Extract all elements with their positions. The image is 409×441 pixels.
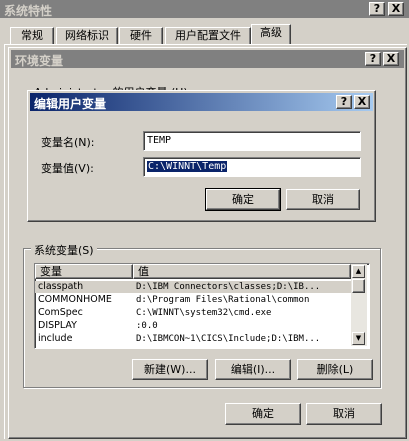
row-var-value: :0.0	[136, 321, 158, 331]
tab-network-id[interactable]: 网络标识	[56, 27, 118, 45]
var-name-label: 变量名(N):	[41, 136, 95, 149]
system-vars-list[interactable]: 变量 值 classpath D:\IBM Connectors\classes…	[34, 263, 370, 349]
env-dialog-title-bar: 环境变量 ? X	[11, 50, 404, 68]
var-name-value: TEMP	[147, 135, 172, 146]
table-row[interactable]: classpath D:\IBM Connectors\classes;D:\I…	[35, 281, 351, 293]
var-value-selected: C:\WINNT\Temp	[147, 161, 228, 172]
edit-dialog-title: 编辑用户变量	[34, 97, 107, 111]
list-scrollbar[interactable]: ▲ ▼	[351, 264, 367, 346]
env-help-button[interactable]: ?	[365, 52, 381, 66]
new-variable-button[interactable]: 新建(W)...	[132, 359, 208, 380]
row-var-name: classpath	[38, 281, 84, 292]
edit-ok-button[interactable]: 确定	[205, 188, 281, 211]
row-var-value: D:\IBM Connectors\classes;D:\IB...	[136, 282, 321, 292]
row-var-name: DISPLAY	[38, 320, 77, 331]
tab-hardware[interactable]: 硬件	[119, 27, 163, 45]
scroll-thumb[interactable]	[352, 279, 365, 293]
var-value-label: 变量值(V):	[41, 162, 94, 175]
table-row[interactable]: ComSpec C:\WINNT\system32\cmd.exe	[35, 307, 351, 319]
edit-close-button[interactable]: X	[354, 95, 370, 109]
tab-advanced[interactable]: 高级	[251, 24, 291, 45]
edit-cancel-button[interactable]: 取消	[286, 189, 360, 210]
scroll-down-arrow-icon[interactable]: ▼	[352, 332, 365, 345]
tab-general[interactable]: 常规	[10, 27, 54, 45]
tab-user-profiles[interactable]: 用户配置文件	[165, 27, 251, 45]
edit-help-button[interactable]: ?	[336, 95, 352, 109]
env-dialog-title: 环境变量	[15, 54, 64, 68]
table-row[interactable]: COMMONHOME d:\Program Files\Rational\com…	[35, 294, 351, 306]
row-var-value: d:\Program Files\Rational\common	[136, 295, 310, 305]
edit-dialog-title-bar: 编辑用户变量 ? X	[30, 93, 373, 111]
table-row[interactable]: include D:\IBMCON~1\CICS\Include;D:\IBM.…	[35, 333, 351, 345]
row-var-name: ComSpec	[38, 307, 83, 318]
table-row[interactable]: DISPLAY :0.0	[35, 320, 351, 332]
env-close-button[interactable]: X	[383, 52, 399, 66]
col-header-value[interactable]: 值	[133, 264, 351, 279]
var-value-field[interactable]: C:\WINNT\Temp	[143, 157, 361, 177]
env-cancel-button[interactable]: 取消	[306, 403, 382, 425]
outer-window-title: 系统特性	[4, 4, 53, 18]
row-var-name: COMMONHOME	[38, 294, 112, 305]
edit-variable-button[interactable]: 编辑(I)...	[215, 359, 291, 380]
row-var-value: D:\IBMCON~1\CICS\Include;D:\IBM...	[136, 334, 321, 344]
col-header-name[interactable]: 变量	[35, 264, 133, 279]
delete-variable-button[interactable]: 删除(L)	[297, 359, 373, 380]
outer-title-bar: 系统特性 ? X	[0, 0, 409, 18]
outer-help-button[interactable]: ?	[369, 2, 385, 16]
system-vars-label: 系统变量(S)	[31, 242, 97, 258]
env-ok-button[interactable]: 确定	[225, 403, 301, 425]
outer-close-button[interactable]: X	[388, 2, 404, 16]
row-var-name: include	[38, 333, 73, 344]
row-var-value: C:\WINNT\system32\cmd.exe	[136, 308, 272, 318]
var-name-field[interactable]: TEMP	[143, 131, 361, 151]
scroll-up-arrow-icon[interactable]: ▲	[352, 265, 365, 278]
